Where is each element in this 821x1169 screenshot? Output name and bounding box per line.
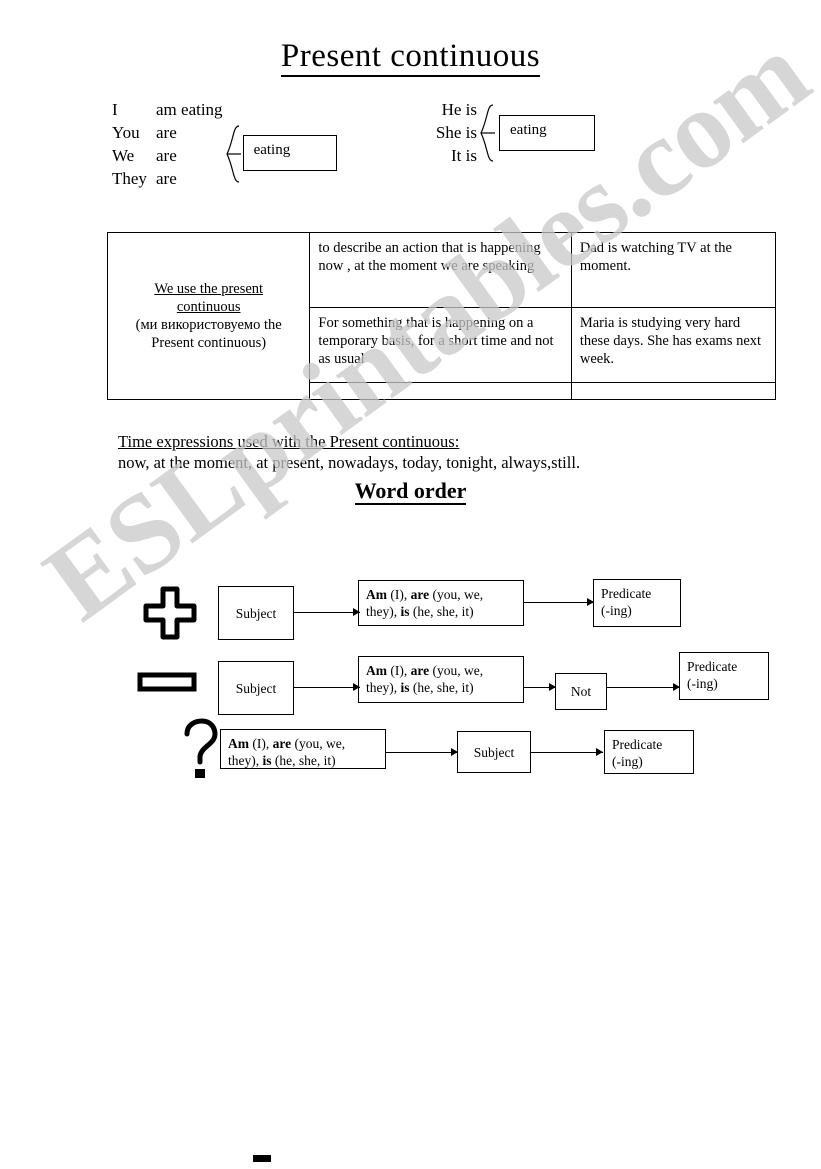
not-box: Not (555, 673, 607, 710)
pronoun-row: She is (435, 123, 477, 142)
subject-box-negative: Subject (218, 661, 294, 715)
verb-is-tail: (he, she, it) (409, 604, 474, 619)
pronoun-column-left: Iam eating You are We are They are (112, 98, 223, 190)
page-title: Present continuous (0, 38, 821, 77)
worksheet-page: ESLprintables.com Present continuous Iam… (0, 0, 821, 1169)
usage-heading-line2: continuous (176, 299, 241, 315)
verb-box-question: Am (I), are (you, we, they), is (he, she… (220, 729, 386, 769)
usage-rule-cell: For something that is happening on a tem… (309, 307, 572, 383)
pronoun-row: He is (441, 100, 477, 119)
predicate-label-line1: Predicate (601, 586, 652, 601)
curly-brace-icon (223, 125, 241, 183)
table-row: We use the present continuous (ми викори… (106, 232, 777, 400)
brace-wrapper-right (477, 103, 495, 162)
verb-is: is (262, 753, 272, 768)
subject-label: Subject (235, 680, 277, 696)
subject-label: Subject (473, 744, 515, 760)
usage-rule-cell-empty (309, 382, 572, 400)
arrow-subject-to-predicate (531, 748, 603, 757)
subject-label: Subject (235, 605, 277, 621)
time-expressions-list: now, at the moment, at present, nowadays… (118, 453, 581, 472)
conjugation-group-singular: He is She is It is eating (415, 98, 595, 167)
time-expressions-heading: Time expressions used with the Present c… (118, 432, 460, 451)
verb-label: are (156, 169, 177, 188)
predicate-label-line2: (-ing) (687, 676, 718, 691)
pronoun-row: Iam eating (112, 98, 223, 121)
question-mark-icon (180, 718, 220, 785)
verb-box-affirmative: Am (I), are (you, we, they), is (he, she… (358, 580, 524, 626)
curly-brace-icon (477, 103, 495, 162)
verb-am: Am (228, 736, 249, 751)
verb-am: Am (366, 663, 387, 678)
usage-heading-translation: (ми використовуемо the Present continuou… (135, 317, 282, 351)
arrow-verb-to-not (524, 683, 556, 692)
arrow-subject-to-verb (294, 683, 360, 692)
pronoun-label: You (112, 123, 140, 142)
eating-box-singular: eating (499, 114, 595, 151)
eating-box-label: eating (253, 142, 291, 158)
verb-are: are (410, 587, 430, 602)
pronoun-label: We (112, 146, 135, 165)
predicate-box-negative: Predicate (-ing) (679, 652, 769, 700)
word-order-heading-text: Word order (354, 478, 467, 505)
verb-are: are (272, 736, 292, 751)
verb-am-tail: (I), (387, 663, 411, 678)
verb-box-negative: Am (I), are (you, we, they), is (he, she… (358, 656, 524, 703)
usage-example-cell: Dad is watching TV at the moment. (570, 232, 777, 308)
predicate-label-line2: (-ing) (612, 754, 643, 769)
minus-sign-icon (137, 670, 197, 699)
bottom-mark (253, 1155, 271, 1162)
verb-am-tail: (I), (387, 587, 411, 602)
usage-rule-cell: to describe an action that is happening … (309, 232, 572, 308)
verb-label: am eating (156, 100, 223, 119)
eating-box-label: eating (510, 121, 547, 138)
time-expressions-block: Time expressions used with the Present c… (118, 431, 580, 473)
pronoun-label: I (112, 100, 118, 119)
pronoun-row: They are (112, 167, 223, 190)
page-title-text: Present continuous (280, 38, 541, 77)
verb-is: is (400, 604, 410, 619)
subject-box-affirmative: Subject (218, 586, 294, 640)
verb-is-tail: (he, she, it) (409, 680, 474, 695)
eating-box-plural: eating (242, 135, 337, 171)
verb-are: are (410, 663, 430, 678)
pronoun-row: We are (112, 144, 223, 167)
verb-am-tail: (I), (249, 736, 273, 751)
verb-am: Am (366, 587, 387, 602)
arrow-verb-to-predicate (524, 598, 594, 607)
pronoun-label: They (112, 169, 147, 188)
conjugation-group-plural: Iam eating You are We are They are eating (112, 98, 337, 190)
plus-sign-icon (142, 585, 198, 646)
arrow-not-to-predicate (607, 683, 680, 692)
usage-example-cell: Maria is studying very hard these days. … (570, 307, 777, 383)
usage-table: We use the present continuous (ми викори… (106, 232, 777, 400)
not-label: Not (570, 684, 592, 699)
pronoun-row: You are (112, 121, 223, 144)
pronoun-column-right: He is She is It is (415, 98, 477, 167)
usage-heading-cell: We use the present continuous (ми викори… (106, 232, 311, 400)
predicate-box-affirmative: Predicate (-ing) (593, 579, 681, 627)
predicate-label-line1: Predicate (687, 659, 738, 674)
word-order-heading: Word order (0, 478, 821, 505)
verb-is-tail: (he, she, it) (271, 753, 336, 768)
pronoun-row: It is (451, 146, 477, 165)
predicate-label-line1: Predicate (612, 737, 663, 752)
predicate-label-line2: (-ing) (601, 603, 632, 618)
usage-heading-line1: We use the present (154, 281, 264, 297)
verb-is: is (400, 680, 410, 695)
brace-wrapper-left (223, 105, 241, 183)
verb-label: are (156, 123, 177, 142)
arrow-verb-to-subject (386, 748, 458, 757)
verb-label: are (156, 146, 177, 165)
usage-example-cell-empty (570, 382, 777, 400)
predicate-box-question: Predicate (-ing) (604, 730, 694, 774)
arrow-subject-to-verb (294, 608, 360, 617)
subject-box-question: Subject (457, 731, 531, 773)
